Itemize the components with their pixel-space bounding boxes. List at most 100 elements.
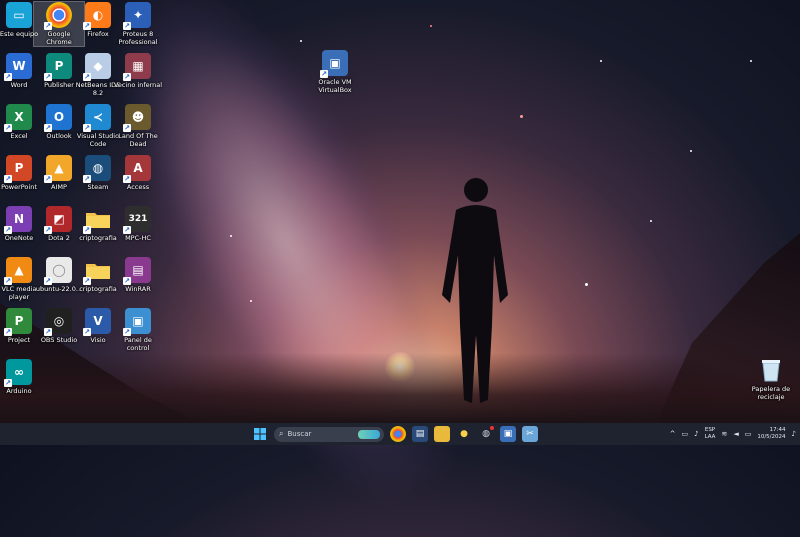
desktop-icon-arduino[interactable]: ∞ ↗ Arduino	[0, 359, 44, 395]
taskbar-file-explorer-button[interactable]: ▤	[412, 426, 428, 442]
taskbar: ⌕ Buscar ▤ ● ◍ ▣ ✂ ^ ▭ ♪ ESP LAA ≋ ◄ ▭ 1…	[0, 423, 800, 445]
taskbar-apps: ⌕ Buscar ▤ ● ◍ ▣ ✂	[252, 423, 538, 445]
chrome-icon: ↗	[44, 2, 72, 30]
shortcut-arrow-icon: ↗	[44, 22, 52, 30]
start-button[interactable]	[252, 426, 268, 442]
desktop-icon-label: Papelera de reciclaje	[751, 385, 791, 401]
snipping-tool-icon: ✂	[526, 429, 534, 439]
star	[600, 60, 602, 62]
recycle-bin-icon	[758, 357, 784, 383]
game-icon: ▦ ↗	[123, 53, 151, 81]
star	[230, 235, 232, 237]
shortcut-arrow-icon: ↗	[4, 175, 12, 183]
folder-icon: ↗	[83, 206, 111, 234]
star	[690, 150, 692, 152]
taskbar-chrome-button[interactable]	[390, 426, 406, 442]
taskbar-folder-button[interactable]	[434, 426, 450, 442]
volume-icon[interactable]: ◄	[733, 430, 738, 438]
shortcut-arrow-icon: ↗	[44, 124, 52, 132]
visio-icon: V ↗	[83, 308, 111, 336]
desktop-icon-label: MPC-HC	[125, 234, 151, 242]
search-icon: ⌕	[279, 429, 284, 438]
desktop-icon-virtualbox[interactable]: ▣ ↗ Oracle VM VirtualBox	[310, 50, 360, 94]
winrar-icon: ▤ ↗	[123, 257, 151, 285]
shortcut-arrow-icon: ↗	[123, 226, 131, 234]
tray-overflow-chevron[interactable]: ^	[670, 430, 676, 438]
gamepad-icon[interactable]: ▭	[681, 430, 688, 438]
disc-image-icon: ◯ ↗	[44, 257, 72, 285]
system-tray: ^ ▭ ♪ ESP LAA ≋ ◄ ▭ 17:44 10/5/2024 ♪	[670, 423, 796, 445]
shortcut-arrow-icon: ↗	[123, 73, 131, 81]
desktop-icon-winrar[interactable]: ▤ ↗ WinRAR	[113, 257, 163, 293]
clock-time: 17:44	[769, 427, 786, 433]
word-icon: W ↗	[4, 53, 32, 81]
shortcut-arrow-icon: ↗	[83, 226, 91, 234]
shortcut-arrow-icon: ↗	[83, 277, 91, 285]
onenote-icon: N ↗	[4, 206, 32, 234]
shortcut-arrow-icon: ↗	[123, 22, 131, 30]
desktop-icon-control-panel[interactable]: ▣ ↗ Panel de control	[113, 308, 163, 352]
taskbar-steam-button[interactable]: ◍	[478, 426, 494, 442]
star	[585, 283, 588, 286]
battery-icon[interactable]: ▭	[745, 430, 752, 438]
desktop-icon-recycle-bin[interactable]: Papelera de reciclaje	[746, 357, 796, 401]
dota-icon: ◩ ↗	[44, 206, 72, 234]
proteus-icon: ✦ ↗	[123, 2, 151, 30]
desktop-icon-mpc[interactable]: 321 ↗ MPC-HC	[113, 206, 163, 242]
shortcut-arrow-icon: ↗	[123, 277, 131, 285]
netbeans-icon: ◆ ↗	[83, 53, 111, 81]
desktop-icon-label: Oracle VM VirtualBox	[318, 78, 352, 94]
taskbar-chat-button[interactable]: ●	[456, 426, 472, 442]
shortcut-arrow-icon: ↗	[4, 73, 12, 81]
shortcut-arrow-icon: ↗	[83, 22, 91, 30]
desktop-icon-label: Arduino	[6, 387, 32, 395]
taskbar-virtualbox-button[interactable]: ▣	[500, 426, 516, 442]
project-icon: P ↗	[4, 308, 32, 336]
shortcut-arrow-icon: ↗	[4, 124, 12, 132]
clock-date: 10/5/2024	[757, 434, 786, 440]
computer-icon: ▭	[6, 2, 32, 28]
shortcut-arrow-icon: ↗	[4, 277, 12, 285]
taskbar-search-box[interactable]: ⌕ Buscar	[274, 426, 384, 442]
star	[250, 300, 252, 302]
shortcut-arrow-icon: ↗	[83, 328, 91, 336]
language-code: ESP	[704, 427, 716, 433]
steam-icon: ◍	[482, 429, 490, 439]
folder-icon: ↗	[83, 257, 111, 285]
desktop-icon-label: WinRAR	[125, 285, 151, 293]
horizon-hills	[0, 353, 800, 423]
desktop-icon-label: Proteus 8 Professional	[118, 30, 158, 46]
notification-badge	[490, 426, 494, 430]
shortcut-arrow-icon: ↗	[44, 73, 52, 81]
arduino-icon: ∞ ↗	[4, 359, 32, 387]
search-highlight-icon	[358, 429, 380, 439]
shortcut-arrow-icon: ↗	[123, 328, 131, 336]
keyboard-layout: LAA	[704, 434, 716, 440]
desktop-icon-proteus[interactable]: ✦ ↗ Proteus 8 Professional	[113, 2, 163, 46]
microphone-icon[interactable]: ♪	[694, 430, 698, 438]
desktop-icon-game[interactable]: ▦ ↗ Vecino infernal	[113, 53, 163, 89]
virtualbox-icon: ▣ ↗	[320, 50, 348, 78]
language-indicator[interactable]: ESP LAA	[705, 427, 716, 441]
shortcut-arrow-icon: ↗	[320, 70, 328, 78]
shortcut-arrow-icon: ↗	[83, 124, 91, 132]
shortcut-arrow-icon: ↗	[4, 226, 12, 234]
search-placeholder: Buscar	[287, 430, 312, 438]
shortcut-arrow-icon: ↗	[83, 73, 91, 81]
clock[interactable]: 17:44 10/5/2024	[757, 427, 785, 441]
shortcut-arrow-icon: ↗	[44, 328, 52, 336]
star	[300, 40, 302, 42]
taskbar-snipping-button[interactable]: ✂	[522, 426, 538, 442]
wifi-icon[interactable]: ≋	[721, 430, 727, 438]
notification-bell-icon[interactable]: ♪	[792, 430, 796, 438]
windows-icon	[254, 428, 266, 440]
control-panel-icon: ▣ ↗	[123, 308, 151, 336]
virtualbox-icon: ▣	[503, 429, 513, 439]
desktop-icon-game[interactable]: ☻ ↗ Land Of The Dead	[113, 104, 163, 148]
desktop-icon-label: Access	[126, 183, 150, 191]
desktop-icon-access[interactable]: A ↗ Access	[113, 155, 163, 191]
game-icon: ☻ ↗	[123, 104, 151, 132]
shortcut-arrow-icon: ↗	[44, 277, 52, 285]
shortcut-arrow-icon: ↗	[44, 175, 52, 183]
obs-icon: ◎ ↗	[44, 308, 72, 336]
